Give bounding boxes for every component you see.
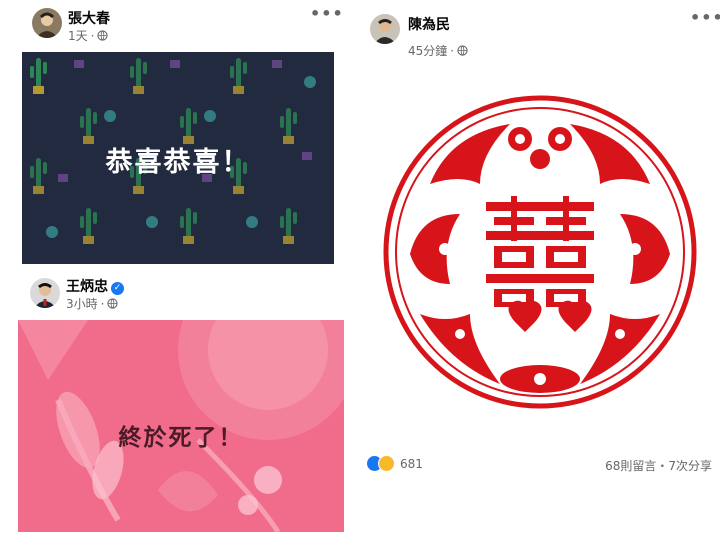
author-name[interactable]: 陳為民: [408, 14, 450, 34]
author-name[interactable]: 王炳忠 ✓: [66, 276, 124, 296]
meta-separator: ·: [450, 43, 455, 58]
post-card: 陳為民 45分鐘 · •••: [360, 0, 720, 541]
post-meta: 3小時 ·: [66, 295, 119, 312]
avatar[interactable]: [370, 14, 400, 44]
more-options-button[interactable]: •••: [310, 4, 344, 23]
more-options-button[interactable]: •••: [690, 8, 720, 27]
reaction-summary[interactable]: 681: [366, 455, 423, 472]
post-time[interactable]: 45分鐘: [408, 42, 447, 59]
author-name[interactable]: 張大春: [68, 8, 110, 28]
avatar[interactable]: [30, 278, 60, 308]
reaction-count: 681: [400, 456, 423, 471]
card-message: 恭喜恭喜！: [105, 147, 251, 178]
comment-share-stats[interactable]: 68則留言・7次分享: [605, 457, 712, 474]
post-meta: 45分鐘 ·: [408, 42, 468, 59]
post-footer: 681 68則留言・7次分享: [360, 446, 720, 482]
post-image[interactable]: [360, 64, 720, 444]
double-happiness-papercut-icon: [383, 95, 697, 409]
post-card: 王炳忠 ✓ 3小時 · 終於死了！: [18, 268, 344, 536]
post-card: 張大春 1天 · ••• 恭喜恭喜！: [22, 0, 343, 268]
post-time[interactable]: 1天: [68, 27, 88, 44]
avatar[interactable]: [32, 8, 62, 38]
verified-badge-icon: ✓: [111, 282, 124, 295]
meta-separator: ·: [90, 28, 95, 43]
haha-icon: [378, 455, 395, 472]
author-name-text[interactable]: 王炳忠: [66, 279, 108, 295]
post-meta: 1天 ·: [68, 27, 109, 44]
globe-icon: [107, 298, 119, 309]
text-post-card: 終於死了！: [18, 320, 344, 532]
meta-separator: ·: [100, 296, 105, 311]
text-post-card: 恭喜恭喜！: [22, 52, 334, 264]
globe-icon: [97, 30, 109, 41]
card-message: 終於死了！: [118, 425, 244, 451]
post-time[interactable]: 3小時: [66, 295, 98, 312]
globe-icon: [457, 45, 468, 56]
